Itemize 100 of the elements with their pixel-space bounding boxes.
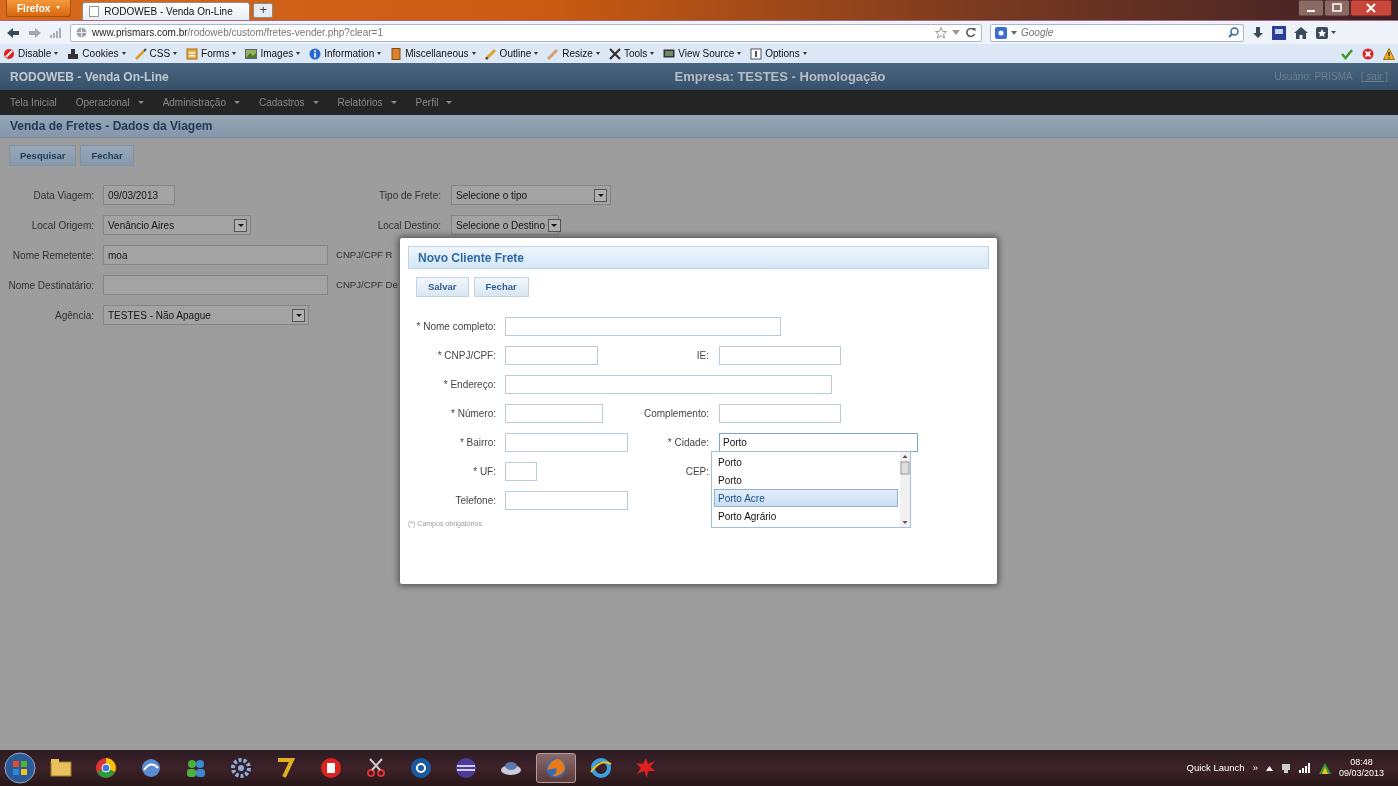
company-name: Empresa: TESTES - Homologação — [673, 67, 887, 86]
search-icon[interactable] — [1228, 27, 1239, 38]
address-bar[interactable]: www.prismars.com.br/rodoweb/custom/fretes-vender.php?clear=1 — [70, 23, 982, 42]
triangle-icon[interactable] — [1318, 762, 1331, 774]
star-icon[interactable] — [935, 26, 947, 39]
image-icon — [245, 47, 258, 60]
menu-item[interactable]: Cadastros — [259, 95, 319, 110]
book-icon — [390, 47, 403, 60]
dropdown-icon[interactable] — [952, 30, 960, 35]
tools-icon — [608, 47, 621, 60]
input-field[interactable] — [505, 490, 628, 510]
search-bar[interactable]: Google — [990, 23, 1244, 42]
page-title: Venda de Fretes - Dados da Viagem — [0, 115, 1398, 138]
url-text: www.prismars.com.br/rodoweb/custom/fretes-vender.php?clear=1 — [92, 26, 383, 40]
field-label: Nome Destinatário: — [7, 278, 94, 293]
toolbar-menu-button[interactable]: Outline — [484, 46, 539, 61]
close-icon[interactable] — [1350, 0, 1392, 17]
ruler-icon — [547, 47, 560, 60]
download-icon[interactable] — [1252, 26, 1264, 39]
field-label: CNPJ/CPF De — [336, 277, 398, 292]
field-label: Agência: — [54, 308, 94, 323]
input-field[interactable] — [719, 345, 841, 365]
field-label: IE: — [695, 348, 709, 363]
scrollbar[interactable] — [900, 452, 910, 527]
menu-item[interactable]: Relatórios — [337, 95, 397, 110]
start-orb-icon[interactable] — [4, 752, 36, 784]
toolbar-menu-button[interactable]: Options — [750, 46, 807, 61]
input-field[interactable] — [505, 316, 781, 336]
field-label: * Endereço: — [442, 377, 496, 392]
toolbar-menu-button[interactable]: Images — [245, 46, 301, 61]
monitor-icon — [663, 47, 676, 60]
bookmarks-icon[interactable] — [1316, 26, 1336, 39]
menu-item[interactable]: Administração — [162, 95, 240, 110]
dropdown-icon[interactable] — [1011, 30, 1017, 35]
circle-icon — [94, 756, 118, 780]
toolbar-menu-button[interactable]: Cookies — [67, 46, 126, 61]
suggestion-item[interactable]: Porto Acre — [714, 489, 898, 507]
toolbar-menu-button[interactable]: Disable — [3, 46, 59, 61]
ring-icon — [409, 756, 433, 780]
dropdown-field[interactable]: TESTES - Não Apague — [103, 305, 309, 325]
input-field[interactable] — [505, 403, 603, 423]
scissors-icon — [364, 756, 388, 780]
menu-item[interactable]: Perfil — [415, 95, 453, 110]
maximize-icon[interactable] — [1324, 0, 1350, 17]
fox-globe-icon — [544, 756, 568, 780]
toolbar-menu-button[interactable]: Forms — [186, 46, 237, 61]
clock[interactable]: 08:48 09/03/2013 — [1338, 757, 1384, 779]
field-label: * CNPJ/CPF: — [436, 348, 496, 363]
suggestion-item[interactable]: Porto Agrário — [714, 507, 898, 525]
menu-item[interactable]: Tela Inicial — [10, 95, 57, 110]
network-icon[interactable] — [1280, 763, 1291, 773]
minimize-icon[interactable] — [1298, 0, 1324, 17]
input-field[interactable]: Porto — [719, 432, 918, 452]
pencil-icon — [484, 47, 497, 60]
input-field[interactable] — [103, 275, 328, 295]
signal-icon — [50, 27, 62, 38]
no-entry-icon — [3, 47, 15, 60]
toolbar-menu-button[interactable]: Tools — [608, 46, 655, 61]
suggestion-item[interactable]: Porto — [714, 471, 898, 489]
toolbar-menu-button[interactable]: Resize — [547, 46, 600, 61]
up-arrow-icon[interactable] — [1265, 765, 1273, 771]
input-field[interactable] — [505, 374, 832, 394]
input-field[interactable] — [719, 403, 841, 423]
toolbar-menu-button[interactable]: Information — [309, 46, 382, 61]
browser-tab[interactable]: RODOWEB - Venda On-Line — [82, 2, 251, 20]
toolbar-menu-button[interactable]: View Source — [663, 46, 742, 61]
reload-icon[interactable] — [965, 27, 976, 38]
dropdown-field[interactable]: Selecione o tipo — [451, 185, 611, 205]
gear-icon — [229, 756, 253, 780]
suggestion-item[interactable]: Porto — [714, 453, 898, 471]
dialog-button[interactable]: Salvar — [416, 277, 469, 297]
dropdown-field[interactable]: Venâncio Aires — [103, 215, 251, 235]
input-field[interactable] — [505, 432, 628, 452]
dropdown-field[interactable]: Selecione o Destino — [451, 215, 559, 235]
stop-icon — [319, 756, 343, 780]
field-label: Nome Remetente: — [11, 248, 94, 263]
home-icon[interactable] — [1294, 26, 1308, 39]
menu-item[interactable]: Operacional — [75, 95, 144, 110]
toolbar-menu-button[interactable]: Miscellaneous — [390, 46, 476, 61]
input-field[interactable]: 09/03/2013 — [103, 185, 175, 205]
toolbar-button[interactable]: Pesquisar — [9, 145, 77, 166]
toolbar-button[interactable]: Fechar — [80, 145, 134, 166]
dialog-title: Novo Cliente Frete — [408, 246, 989, 269]
back-icon[interactable] — [6, 26, 20, 39]
field-label: CEP: — [684, 464, 709, 479]
input-field[interactable] — [505, 345, 598, 365]
input-field[interactable] — [505, 461, 537, 481]
error-icon — [1362, 47, 1374, 60]
chevron-button[interactable]: » — [1252, 760, 1258, 776]
input-field[interactable]: moa — [103, 245, 328, 265]
pencil-icon — [134, 47, 147, 60]
new-tab-button[interactable]: + — [253, 3, 274, 18]
field-label: CNPJ/CPF R — [336, 247, 393, 262]
clipboard-icon — [186, 47, 199, 60]
field-label: * Nome completo: — [415, 319, 496, 334]
dialog-button[interactable]: Fechar — [473, 277, 529, 297]
signal-icon[interactable] — [1298, 763, 1311, 773]
square-app-icon[interactable] — [1272, 25, 1286, 40]
toolbar-menu-button[interactable]: CSS — [134, 46, 178, 61]
search-engine-icon[interactable] — [995, 26, 1007, 39]
